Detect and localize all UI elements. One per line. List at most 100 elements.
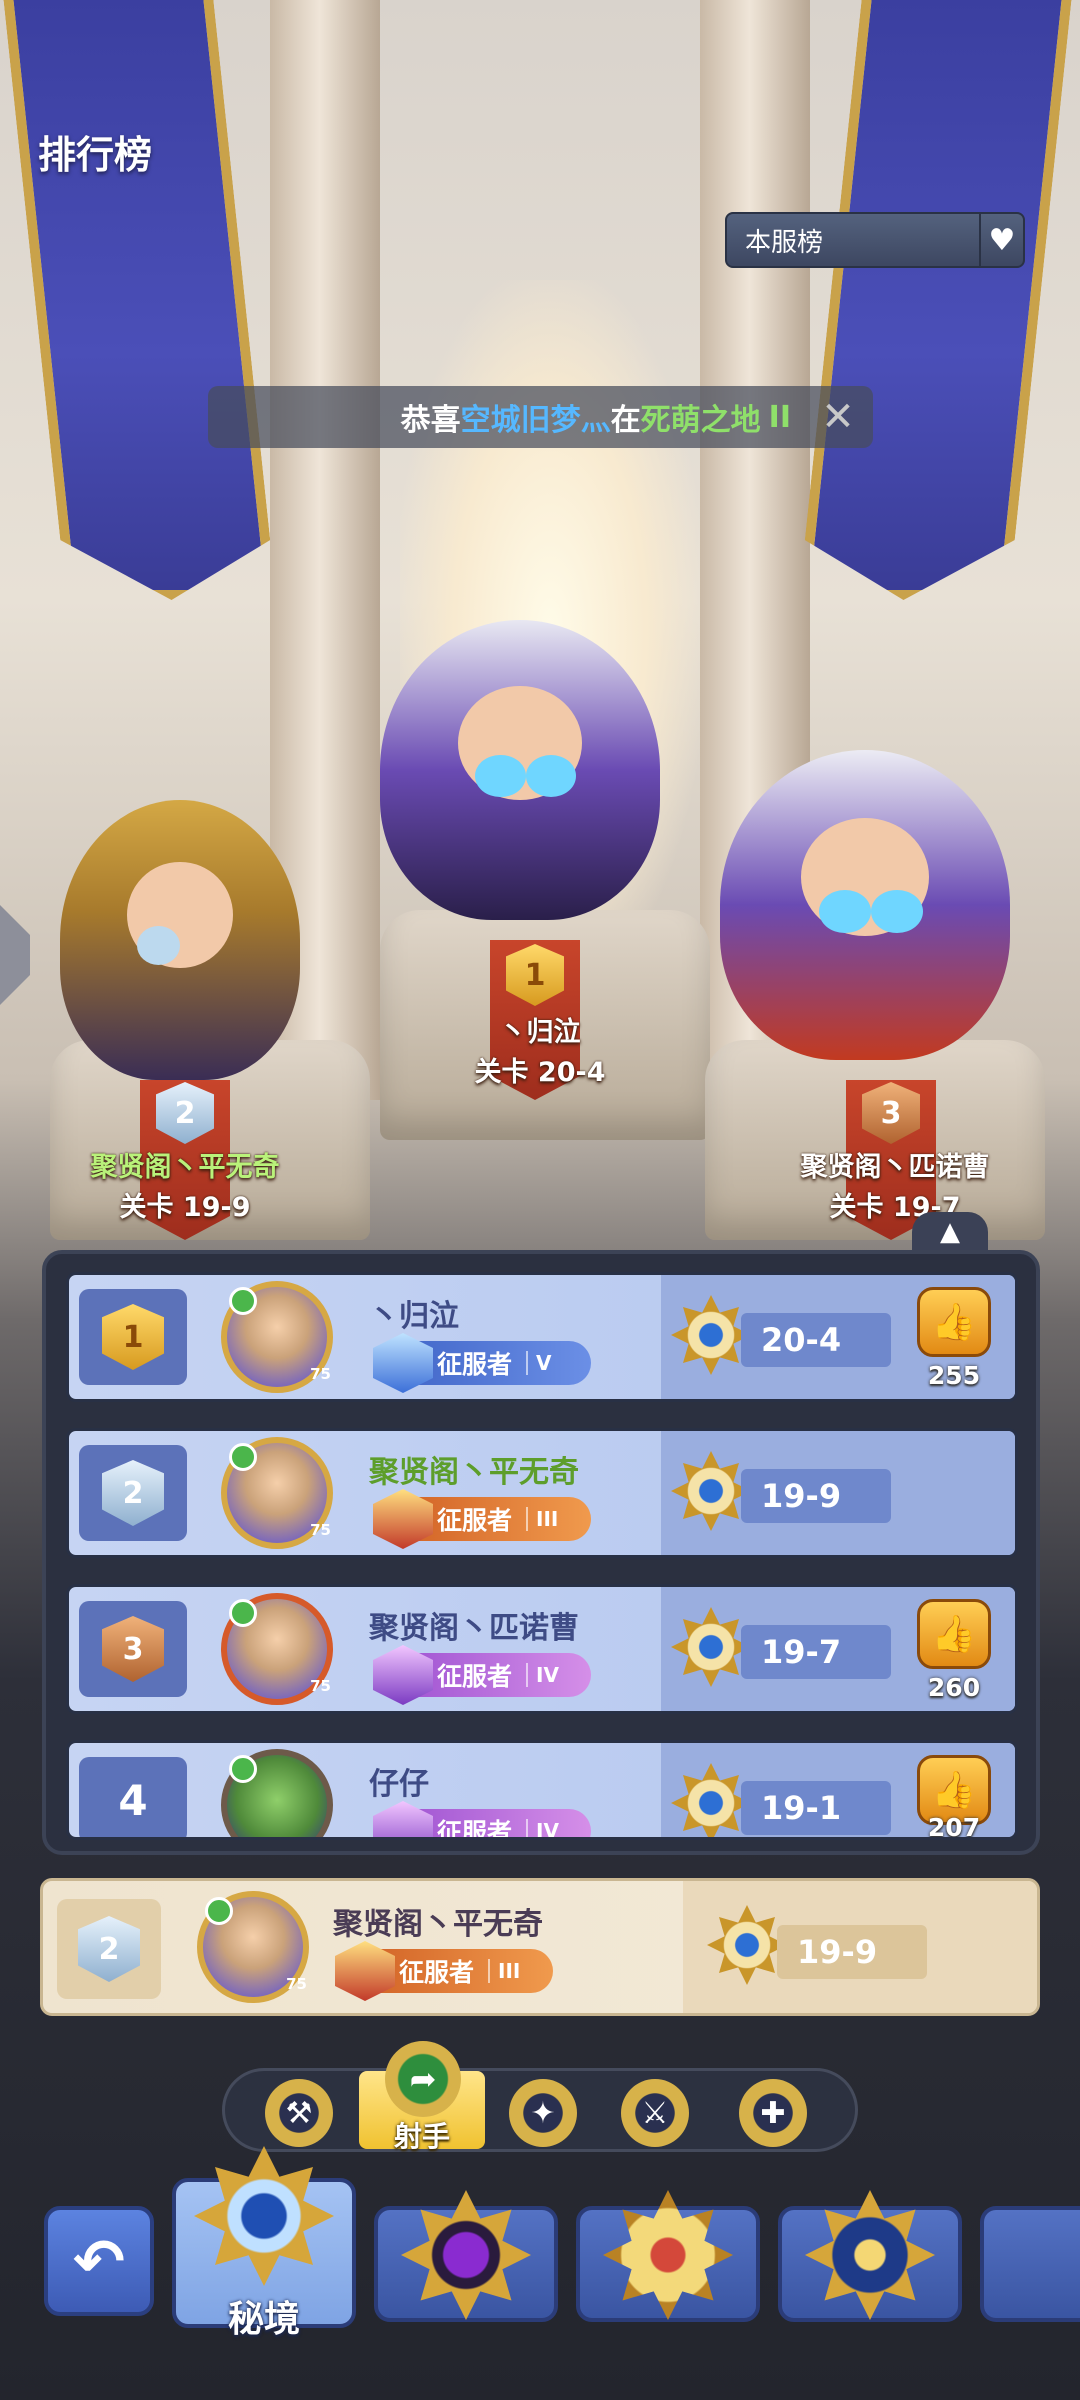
- podium-name-first: 丶归泣: [499, 1017, 581, 1048]
- avatar[interactable]: 75: [221, 1281, 333, 1393]
- title-label: 征服者: [437, 1662, 513, 1691]
- title-tier: IV: [526, 1819, 567, 1837]
- server-dropdown[interactable]: 本服榜 ♥: [725, 212, 1025, 268]
- avatar-level: 75: [286, 1975, 307, 1993]
- avatar[interactable]: 75: [221, 1437, 333, 1549]
- tab-label: 秘境: [227, 2299, 300, 2340]
- axe-class-icon[interactable]: ⚒: [265, 2079, 333, 2147]
- ranking-row[interactable]: 1 75 丶归泣 征服者 V 20-4 👍 255: [66, 1272, 1018, 1402]
- title-label: 征服者: [399, 1958, 475, 1987]
- announcement-mid: 在: [610, 403, 641, 438]
- podium-stage-third: 关卡 19-7: [829, 1192, 961, 1223]
- rank-number: 4: [118, 1775, 148, 1825]
- gem-icon: [229, 1287, 257, 1315]
- bow-class-icon[interactable]: ➦: [385, 2041, 461, 2117]
- rank-badge: 4: [79, 1757, 187, 1837]
- blade-class-icon[interactable]: ⚔: [621, 2079, 689, 2147]
- hero-eye: [870, 889, 923, 933]
- tab-secret-realm[interactable]: 秘境: [172, 2146, 356, 2340]
- announcement-prefix: 恭喜: [400, 403, 461, 438]
- banner-right: [798, 0, 1071, 600]
- hero-second[interactable]: [60, 800, 300, 1080]
- server-dropdown-value: 本服榜: [745, 227, 824, 258]
- gem-icon: [205, 1897, 233, 1925]
- avatar-level: 75: [310, 1521, 331, 1539]
- avatar-level: 75: [310, 1677, 331, 1695]
- purple-eye-emblem-icon: [401, 2190, 531, 2320]
- gem-icon: [229, 1443, 257, 1471]
- staff-class-icon[interactable]: ✦: [509, 2079, 577, 2147]
- stage-value: 19-1: [741, 1781, 891, 1835]
- ranking-row[interactable]: 3 75 聚贤阁丶匹诺曹 征服者 IV 19-7 👍 260: [66, 1584, 1018, 1714]
- title-badge: 征服者 III: [373, 1489, 591, 1549]
- stage-value: 19-7: [741, 1625, 891, 1679]
- stage-emblem-icon: [671, 1607, 751, 1687]
- ranking-row[interactable]: 4 仔仔 征服者 IV 19-1 👍 207: [66, 1740, 1018, 1840]
- heart-down-icon: ♥: [979, 214, 1023, 266]
- title-tier: V: [526, 1351, 559, 1375]
- hero-third[interactable]: [720, 750, 1010, 1060]
- stage-value: 19-9: [741, 1469, 891, 1523]
- ranking-row[interactable]: 2 75 聚贤阁丶平无奇 征服者 III 19-9: [66, 1428, 1018, 1558]
- title-label: 征服者: [437, 1506, 513, 1535]
- stage-emblem-icon: [671, 1451, 751, 1531]
- gem-icon: [229, 1599, 257, 1627]
- hero-eye: [136, 926, 180, 966]
- crown-emblem-icon: [603, 2190, 733, 2320]
- compass-emblem-icon: [805, 2190, 935, 2320]
- thumbs-up-button[interactable]: 👍: [917, 1287, 991, 1357]
- like-count: 207: [927, 1813, 981, 1840]
- player-name: 聚贤阁丶匹诺曹: [369, 1611, 579, 1646]
- hero-eye: [525, 755, 576, 797]
- rank-badge: 2: [57, 1899, 161, 1999]
- player-name: 仔仔: [369, 1767, 429, 1802]
- podium-stage-second: 关卡 19-9: [119, 1192, 251, 1223]
- rank-medal-gold: 1: [102, 1304, 164, 1370]
- announcement-player: 空城旧梦灬: [460, 403, 611, 438]
- title-emblem-icon: [373, 1333, 433, 1393]
- avatar[interactable]: 75: [197, 1891, 309, 2003]
- hero-first[interactable]: [380, 620, 660, 920]
- page-title: 排行榜: [38, 133, 153, 177]
- like-count: 260: [927, 1673, 981, 1702]
- collapse-panel-button[interactable]: ▲: [912, 1212, 988, 1252]
- podium-stage-first: 关卡 20-4: [474, 1057, 606, 1088]
- title-badge: 征服者 IV: [373, 1645, 591, 1705]
- banner-left: [3, 0, 276, 600]
- announcement-place: 死萌之地: [640, 403, 761, 438]
- player-name: 聚贤阁丶平无奇: [333, 1907, 543, 1942]
- thumbs-up-button[interactable]: 👍: [917, 1599, 991, 1669]
- rank-medal-silver: 2: [102, 1460, 164, 1526]
- title-emblem-icon: [373, 1645, 433, 1705]
- stage-value: 19-9: [777, 1925, 927, 1979]
- tab-purple-eye[interactable]: [374, 2190, 558, 2322]
- player-name: 丶归泣: [369, 1299, 459, 1334]
- back-arrow-icon[interactable]: ↶: [44, 2206, 154, 2316]
- title-badge: 征服者 V: [373, 1333, 591, 1393]
- ranking-list[interactable]: 1 75 丶归泣 征服者 V 20-4 👍 255 2 75 聚贤阁丶平无奇 征…: [42, 1250, 1040, 1855]
- title-emblem-icon: [335, 1941, 395, 2001]
- rank-badge: 1: [79, 1289, 187, 1385]
- stage-value: 20-4: [741, 1313, 891, 1367]
- class-filter-bar: ⚒ ➦ 射手 ✦ ⚔ ✚: [222, 2041, 858, 2153]
- my-ranking-row[interactable]: 2 75 聚贤阁丶平无奇 征服者 III 19-9: [40, 1878, 1040, 2016]
- avatar-level: 75: [310, 1365, 331, 1383]
- class-tab-label: 射手: [393, 2120, 450, 2153]
- tab-crown[interactable]: [576, 2190, 760, 2322]
- tab-more[interactable]: [980, 2206, 1080, 2322]
- title-badge: 征服者 IV: [373, 1801, 591, 1837]
- title-tier: III: [488, 1959, 528, 1983]
- stage-emblem-icon: [671, 1295, 751, 1375]
- tab-compass[interactable]: [778, 2190, 962, 2322]
- close-icon[interactable]: ✕: [817, 396, 859, 438]
- player-name: 聚贤阁丶平无奇: [369, 1455, 579, 1490]
- title-emblem-icon: [373, 1489, 433, 1549]
- avatar[interactable]: [221, 1749, 333, 1837]
- title-label: 征服者: [437, 1350, 513, 1379]
- avatar[interactable]: 75: [221, 1593, 333, 1705]
- gem-icon: [229, 1755, 257, 1783]
- podium-scene: 1 丶归泣 关卡 20-4 2 聚贤阁丶平无奇 关卡 19-9 3 聚贤阁丶匹诺…: [0, 0, 1080, 1260]
- cross-class-icon[interactable]: ✚: [739, 2079, 807, 2147]
- rank-medal-silver: 2: [78, 1916, 140, 1982]
- stage-emblem-icon: [707, 1905, 787, 1985]
